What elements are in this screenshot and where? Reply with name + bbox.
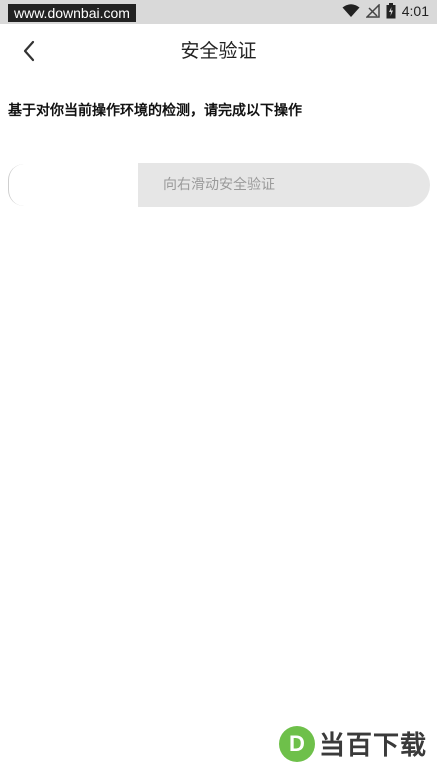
page-title: 安全验证	[180, 40, 257, 62]
brand-watermark: D 当百下载	[278, 725, 427, 762]
site-watermark: www.downbai.com	[8, 4, 136, 22]
wifi-icon	[342, 4, 360, 18]
status-bar: www.downbai.com 4:01	[0, 0, 437, 24]
back-button[interactable]	[14, 36, 44, 66]
instruction-text: 基于对你当前操作环境的检测，请完成以下操作	[8, 103, 302, 119]
slider-handle-edge	[8, 164, 24, 206]
clock: 4:01	[401, 3, 429, 19]
screen: www.downbai.com 4:01 安全验证 基于对你当前操作环境的检测，…	[0, 0, 437, 776]
slider-handle[interactable]	[8, 160, 138, 216]
back-arrow-icon	[23, 40, 35, 62]
brand-name: 当百下载	[318, 731, 427, 761]
no-signal-icon	[365, 4, 380, 18]
status-icons: 4:01	[342, 3, 429, 19]
nav-bar: 安全验证	[0, 24, 437, 80]
brand-logo-icon: D	[278, 725, 315, 762]
battery-icon	[386, 3, 396, 19]
